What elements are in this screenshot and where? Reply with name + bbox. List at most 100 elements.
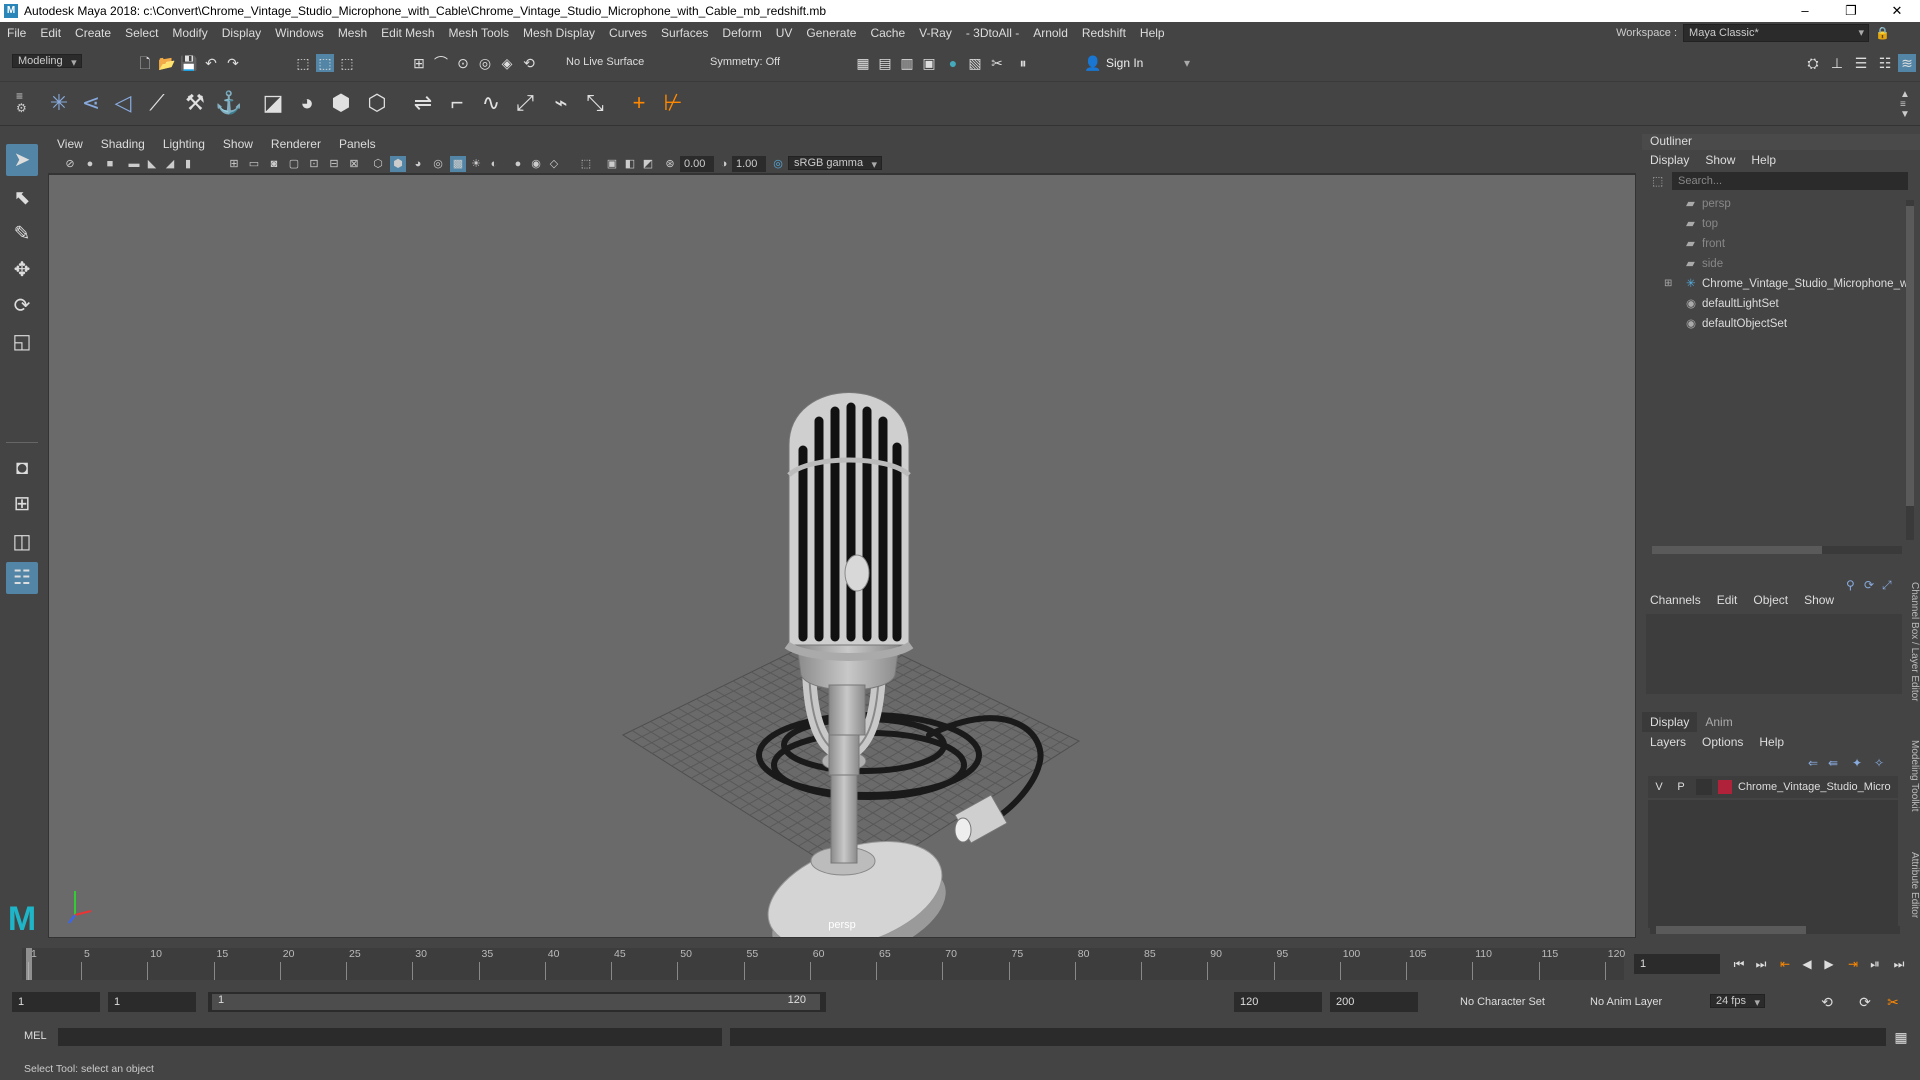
safe-action-icon[interactable]: ⊟ <box>326 156 342 172</box>
range-bar-fill[interactable] <box>212 994 820 1010</box>
panel-menu-lighting[interactable]: Lighting <box>154 137 214 151</box>
play-backwards-icon[interactable]: ◀ <box>1798 956 1816 972</box>
render-view-icon[interactable]: ▥ <box>898 54 916 72</box>
anim-prefs-icon[interactable]: ✂ <box>1884 993 1902 1011</box>
menu-surfaces[interactable]: Surfaces <box>654 26 715 40</box>
lock-camera-icon[interactable]: ● <box>82 156 98 172</box>
xray-icon[interactable]: ● <box>510 156 526 172</box>
menu-mesh-display[interactable]: Mesh Display <box>516 26 602 40</box>
color-space-dropdown[interactable]: sRGB gamma <box>788 156 883 170</box>
range-end-handle[interactable]: 120 <box>788 994 806 1006</box>
fps-dropdown[interactable]: 24 fps <box>1710 994 1765 1008</box>
layer-row[interactable]: V P Chrome_Vintage_Studio_Micro <box>1648 776 1898 798</box>
script-editor-icon[interactable]: ▦ <box>1892 1028 1910 1046</box>
shelf-edge-icon[interactable]: ◁ <box>108 88 138 118</box>
channelbox-sync-icon[interactable]: ⟳ <box>1864 578 1874 592</box>
select-hierarchy-icon[interactable]: ⬚ <box>294 54 312 72</box>
shelf-combine-icon[interactable]: ⬡ <box>362 88 392 118</box>
menu-vray[interactable]: V-Ray <box>912 26 959 40</box>
playback-end-field[interactable]: 120 <box>1234 992 1322 1012</box>
animation-end-field[interactable]: 200 <box>1330 992 1418 1012</box>
safe-title-icon[interactable]: ⊠ <box>346 156 362 172</box>
lights-icon[interactable]: ☀ <box>468 156 484 172</box>
ipr-icon[interactable]: ▧ <box>966 54 984 72</box>
move-tool-icon[interactable]: ✥ <box>6 254 38 286</box>
outliner-item-top[interactable]: ▰ top <box>1686 214 1718 234</box>
save-scene-icon[interactable]: 💾 <box>180 54 198 72</box>
go-to-end-icon[interactable]: ⏭ <box>1890 956 1908 972</box>
wireframe-on-shaded-icon[interactable]: ◎ <box>430 156 446 172</box>
viewport-persp[interactable]: persp <box>48 174 1636 938</box>
panel-menu-show[interactable]: Show <box>214 137 262 151</box>
shelf-bridge-icon[interactable]: ◕ <box>292 88 322 118</box>
snap-curve-icon[interactable]: ⌒ <box>432 54 450 72</box>
channelbox-menu-channels[interactable]: Channels <box>1642 593 1709 607</box>
lasso-tool-icon[interactable]: ⬉ <box>6 182 38 214</box>
layer-color-swatch[interactable] <box>1718 780 1732 794</box>
new-layer-icon[interactable]: ✦ <box>1852 756 1862 770</box>
layers-menu-layers[interactable]: Layers <box>1642 735 1694 749</box>
select-camera-icon[interactable]: ⊘ <box>62 156 78 172</box>
pause-icon[interactable]: ⏸ <box>1014 54 1032 72</box>
image-plane-icon[interactable]: ◣ <box>144 156 160 172</box>
panel-menu-shading[interactable]: Shading <box>92 137 154 151</box>
four-view-icon[interactable]: ⊞ <box>6 488 38 520</box>
layer-visibility-toggle[interactable]: V <box>1648 781 1670 793</box>
redo-icon[interactable]: ↷ <box>224 54 242 72</box>
outliner-layout-icon[interactable]: ☷ <box>6 562 38 594</box>
range-start-handle[interactable]: 1 <box>218 994 224 1006</box>
menu-display[interactable]: Display <box>215 26 268 40</box>
animation-start-field[interactable]: 1 <box>12 992 100 1012</box>
expand-icon[interactable]: ⊞ <box>1664 278 1672 289</box>
menu-redshift[interactable]: Redshift <box>1075 26 1133 40</box>
textured-icon[interactable]: ▩ <box>450 156 466 172</box>
menu-help[interactable]: Help <box>1133 26 1172 40</box>
shelf-star-icon[interactable]: ✳ <box>44 88 74 118</box>
rotate-tool-icon[interactable]: ⟳ <box>6 290 38 322</box>
shelf-pencil-icon[interactable]: ⤢ <box>510 88 540 118</box>
two-view-icon[interactable]: ◫ <box>6 526 38 558</box>
menu-select[interactable]: Select <box>118 26 165 40</box>
menu-create[interactable]: Create <box>68 26 118 40</box>
outliner-menu-show[interactable]: Show <box>1697 153 1743 167</box>
shelf-multi-cut-icon[interactable]: ⚒ <box>180 88 210 118</box>
channelbox-expand-icon[interactable]: ⤢ <box>1882 578 1892 593</box>
rs-ipr-icon[interactable]: ✂ <box>988 54 1006 72</box>
outliner-search-input[interactable]: Search... <box>1672 172 1908 190</box>
step-back-key-icon[interactable]: ⏭ <box>1752 956 1770 972</box>
exposure-field[interactable]: 0.00 <box>680 156 714 172</box>
film-gate-icon[interactable]: ▭ <box>246 156 262 172</box>
select-object-icon[interactable]: ⬚ <box>316 54 334 72</box>
snap-surface-icon[interactable]: ◈ <box>498 54 516 72</box>
snap-grid-icon[interactable]: ⊞ <box>410 54 428 72</box>
step-back-frame-icon[interactable]: ⇤ <box>1776 956 1794 972</box>
layer-horizontal-scrollbar[interactable] <box>1650 926 1900 934</box>
outliner-menu-help[interactable]: Help <box>1743 153 1784 167</box>
new-scene-icon[interactable]: 🗋 <box>136 54 154 72</box>
gamma-icon[interactable]: ◑ <box>716 156 732 172</box>
channel-box-icon[interactable]: ☷ <box>1876 54 1894 72</box>
timeline-ticks[interactable]: 1 5 10 15 20 25 30 35 40 45 50 55 60 65 70 75 80 85 90 95 10… <box>22 948 1625 980</box>
channelbox-menu-object[interactable]: Object <box>1745 593 1796 607</box>
select-tool-icon[interactable]: ➤ <box>6 144 38 176</box>
menu-windows[interactable]: Windows <box>268 26 331 40</box>
motion-blur-icon[interactable]: ◧ <box>622 156 638 172</box>
shelf-insert-loop-icon[interactable]: ⚓ <box>214 88 244 118</box>
menu-mesh-tools[interactable]: Mesh Tools <box>442 26 516 40</box>
shelf-extrude-icon[interactable]: ◪ <box>258 88 288 118</box>
outliner-item-front[interactable]: ▰ front <box>1686 234 1725 254</box>
grid-toggle-icon[interactable]: ⊞ <box>226 156 242 172</box>
layers-menu-help[interactable]: Help <box>1751 735 1792 749</box>
render-sequence-icon[interactable]: ▤ <box>876 54 894 72</box>
panel-menu-renderer[interactable]: Renderer <box>262 137 330 151</box>
layer-move-up-icon[interactable]: ⇐ <box>1808 756 1818 770</box>
shelf-marker-icon[interactable]: ⊬ <box>658 88 688 118</box>
current-frame-field[interactable]: 1 <box>1634 954 1720 974</box>
snap-view-icon[interactable]: ◎ <box>476 54 494 72</box>
tab-anim[interactable]: Anim <box>1697 712 1740 732</box>
range-bar[interactable]: 1 120 <box>208 992 826 1012</box>
gamma-field[interactable]: 1.00 <box>732 156 766 172</box>
shelf-menu-icon[interactable]: ≡ ⚙ <box>16 90 27 114</box>
bookmarks-icon[interactable]: ▬ <box>126 156 142 172</box>
shelf-bevel-icon[interactable]: ⬢ <box>326 88 356 118</box>
